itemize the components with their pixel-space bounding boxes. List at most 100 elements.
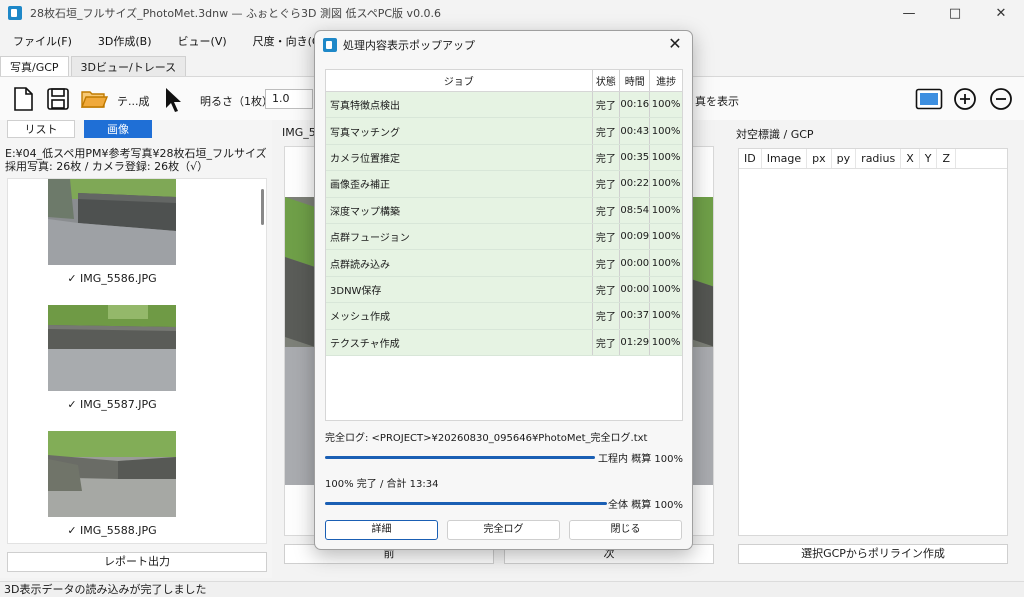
thumbnail-image[interactable]: [48, 179, 176, 265]
brightness-select[interactable]: 1.0: [265, 89, 313, 109]
job-status: 完了: [592, 276, 621, 303]
full-log-button[interactable]: 完全ログ: [447, 520, 560, 540]
step-progress-label: 工程内 概算 100%: [598, 454, 683, 465]
job-progress: 100%: [650, 223, 682, 250]
gcp-col-z[interactable]: Z: [937, 149, 957, 168]
job-time: 00:22: [620, 171, 651, 197]
texture-label[interactable]: テ...成: [117, 93, 150, 109]
job-status: 完了: [592, 250, 621, 276]
job-row[interactable]: 画像歪み補正 完了 00:22 100%: [326, 171, 682, 198]
job-name: 深度マップ構築: [326, 197, 593, 223]
thumbnail-item[interactable]: ✓ IMG_5588.JPG: [48, 431, 176, 537]
job-progress: 100%: [650, 92, 682, 118]
gcp-col-x[interactable]: X: [901, 149, 920, 168]
total-summary: 100% 完了 / 合計 13:34: [325, 479, 439, 490]
job-progress: 100%: [650, 171, 682, 197]
menu-3d-build[interactable]: 3D作成(B): [85, 33, 165, 49]
menu-file[interactable]: ファイル(F): [0, 33, 85, 49]
fit-screen-icon[interactable]: [915, 88, 943, 110]
dialog-app-icon: [323, 38, 337, 52]
job-status: 完了: [592, 171, 621, 197]
save-icon[interactable]: [46, 87, 70, 111]
job-time: 00:43: [620, 118, 651, 144]
thumbnail-list[interactable]: ✓ IMG_5586.JPG ✓ IMG_5587.JPG ✓ IMG_5588…: [7, 178, 267, 544]
thumbnail-image[interactable]: [48, 431, 176, 517]
menu-bar: ファイル(F) 3D作成(B) ビュー(V) 尺度・向き(C): [0, 30, 337, 52]
photo-list-panel: リスト 画像 E:¥04_低スペ用PM¥参考写真¥28枚石垣_フルサイズ 採用写…: [0, 120, 272, 578]
detail-button[interactable]: 詳細: [325, 520, 438, 540]
gcp-table[interactable]: ID Image px py radius X Y Z: [738, 148, 1008, 536]
pointer-icon[interactable]: [163, 87, 183, 113]
report-output-button[interactable]: レポート出力: [7, 552, 267, 572]
gcp-col-y[interactable]: Y: [920, 149, 938, 168]
create-polyline-button[interactable]: 選択GCPからポリライン作成: [738, 544, 1008, 564]
job-status: 完了: [592, 197, 621, 223]
job-table: ジョブ 状態 時間 進捗 写真特徴点検出 完了 00:16 100% 写真マッチ…: [325, 69, 683, 421]
brightness-label: 明るさ（1枚）: [200, 95, 273, 108]
job-progress: 100%: [650, 329, 682, 355]
job-name: 3DNW保存: [326, 276, 593, 303]
gcp-panel: 対空標識 / GCP ID Image px py radius X Y Z 選…: [730, 120, 1020, 578]
gcp-col-radius[interactable]: radius: [856, 149, 902, 168]
status-bar: 3D表示データの読み込みが完了しました: [0, 581, 1024, 597]
close-window-button[interactable]: ✕: [978, 0, 1024, 26]
gcp-col-id[interactable]: ID: [739, 149, 762, 168]
new-file-icon[interactable]: [12, 87, 34, 111]
gcp-col-px[interactable]: px: [807, 149, 832, 168]
main-tabs: 写真/GCP 3Dビュー/トレース: [0, 56, 188, 76]
job-time: 00:00: [620, 276, 651, 303]
list-view-button[interactable]: リスト: [7, 120, 75, 138]
show-label[interactable]: 真を表示: [695, 93, 739, 109]
gcp-title: 対空標識 / GCP: [736, 128, 814, 141]
zoom-out-icon[interactable]: [989, 87, 1013, 111]
dialog-close-icon[interactable]: ✕: [666, 36, 684, 54]
gcp-col-image[interactable]: Image: [762, 149, 808, 168]
job-status: 完了: [592, 118, 621, 144]
job-status: 完了: [592, 223, 621, 250]
image-view-button[interactable]: 画像: [84, 120, 152, 138]
open-folder-icon[interactable]: [80, 87, 108, 111]
window-title: 28枚石垣_フルサイズ_PhotoMet.3dnw — ふぉとぐら3D 測図 低…: [30, 7, 442, 20]
thumbnail-scrollbar[interactable]: [261, 189, 264, 225]
gcp-col-py[interactable]: py: [832, 149, 857, 168]
job-time: 00:09: [620, 223, 651, 250]
window-controls: — □ ✕: [886, 0, 1024, 26]
zoom-in-icon[interactable]: [953, 87, 977, 111]
job-name: カメラ位置推定: [326, 144, 593, 171]
job-row[interactable]: 3DNW保存 完了 00:00 100%: [326, 276, 682, 304]
tab-3d-view-trace[interactable]: 3Dビュー/トレース: [70, 56, 187, 76]
job-name: テクスチャ作成: [326, 329, 593, 355]
thumbnail-caption: ✓ IMG_5588.JPG: [67, 524, 157, 537]
job-row[interactable]: カメラ位置推定 完了 00:35 100%: [326, 144, 682, 172]
job-time: 00:00: [620, 250, 651, 276]
thumbnail-item[interactable]: ✓ IMG_5586.JPG: [48, 179, 176, 285]
thumbnail-caption: ✓ IMG_5587.JPG: [67, 398, 157, 411]
job-name: 点群フュージョン: [326, 223, 593, 250]
job-row[interactable]: メッシュ作成 完了 00:37 100%: [326, 303, 682, 330]
job-name: 画像歪み補正: [326, 171, 593, 197]
job-row[interactable]: 写真マッチング 完了 00:43 100%: [326, 118, 682, 145]
col-time: 時間: [620, 70, 651, 91]
job-status: 完了: [592, 144, 621, 171]
job-status: 完了: [592, 303, 621, 329]
thumbnail-item[interactable]: ✓ IMG_5587.JPG: [48, 305, 176, 411]
col-status: 状態: [593, 70, 621, 91]
job-time: 00:16: [620, 92, 651, 118]
close-dialog-button[interactable]: 閉じる: [569, 520, 682, 540]
maximize-button[interactable]: □: [932, 0, 978, 26]
tab-photo-gcp[interactable]: 写真/GCP: [0, 56, 69, 76]
minimize-button[interactable]: —: [886, 0, 932, 26]
job-name: メッシュ作成: [326, 303, 593, 329]
job-row[interactable]: 写真特徴点検出 完了 00:16 100%: [326, 92, 682, 119]
col-progress: 進捗: [656, 77, 677, 88]
job-row[interactable]: 深度マップ構築 完了 08:54 100%: [326, 197, 682, 224]
job-name: 写真特徴点検出: [326, 92, 593, 118]
job-row[interactable]: 点群読み込み 完了 00:00 100%: [326, 250, 682, 277]
menu-view[interactable]: ビュー(V): [165, 33, 240, 49]
job-row[interactable]: テクスチャ作成 完了 01:29 100%: [326, 329, 682, 356]
step-progress: 工程内 概算 100%: [325, 450, 683, 465]
job-row[interactable]: 点群フュージョン 完了 00:09 100%: [326, 223, 682, 251]
app-icon: [8, 6, 22, 20]
title-bar: 28枚石垣_フルサイズ_PhotoMet.3dnw — ふぉとぐら3D 測図 低…: [0, 0, 1024, 26]
thumbnail-image[interactable]: [48, 305, 176, 391]
